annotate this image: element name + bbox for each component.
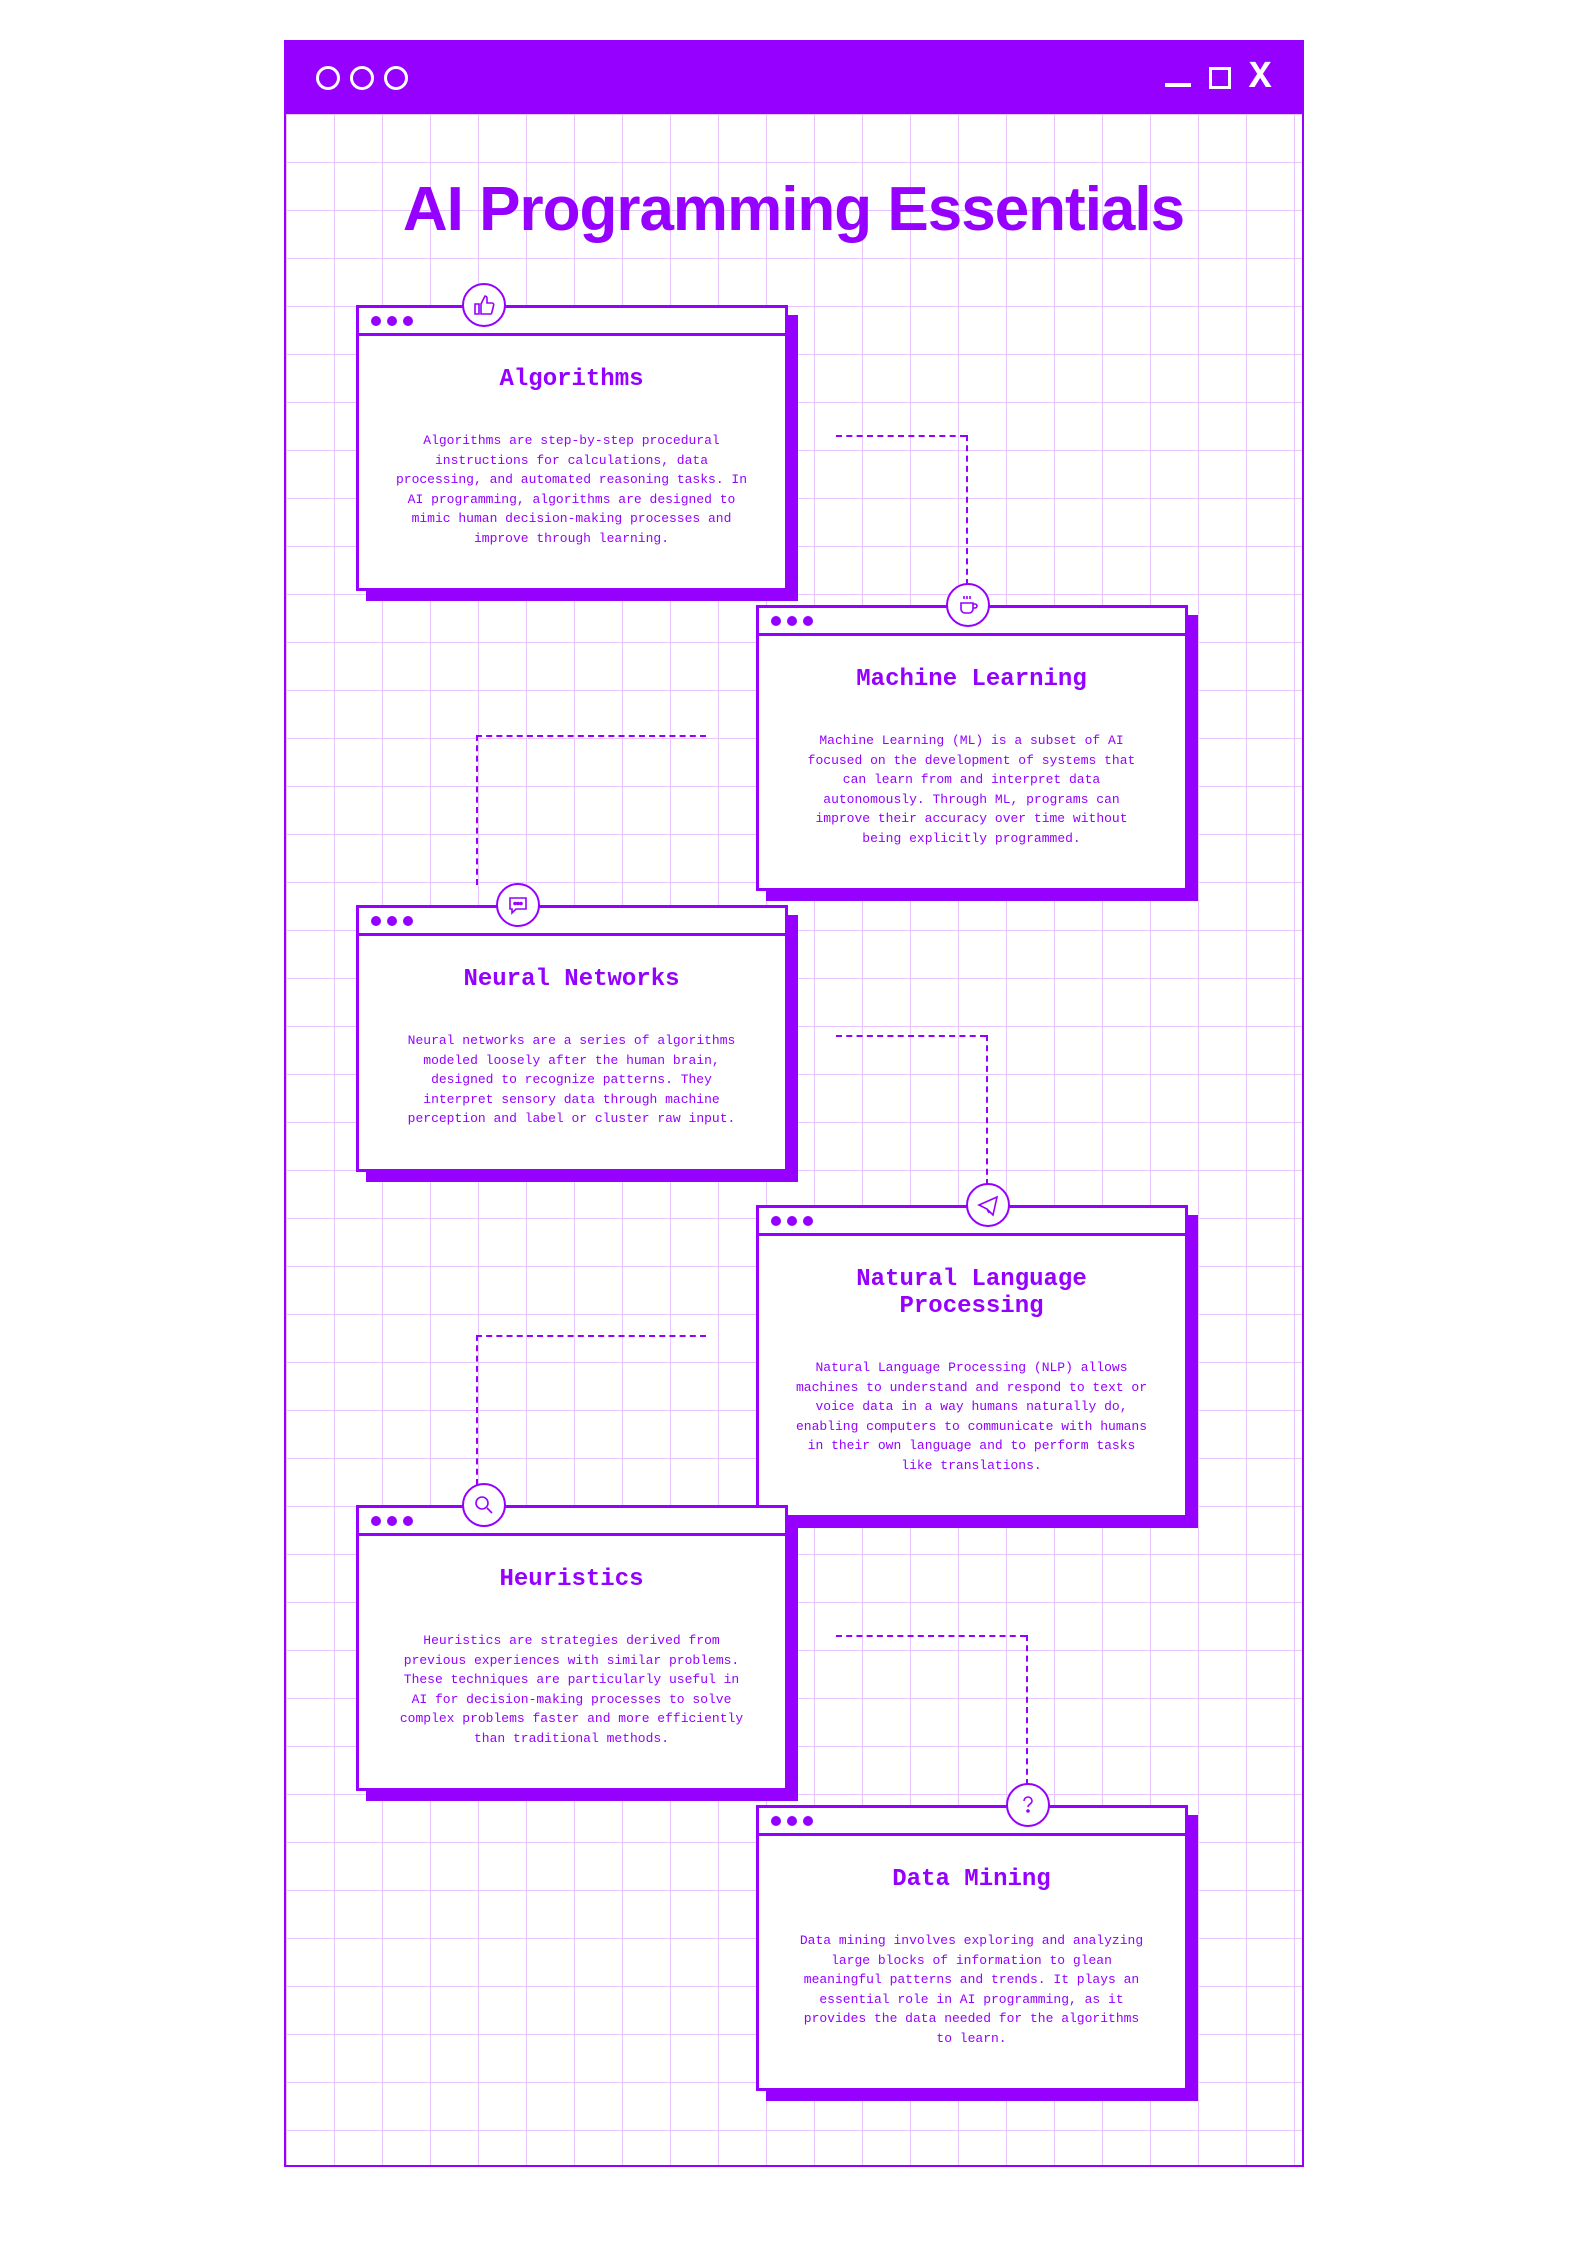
- card-title: Algorithms: [393, 366, 751, 393]
- maximize-icon[interactable]: [1209, 67, 1231, 89]
- connector-line: [836, 1635, 1026, 1637]
- card-text: Neural networks are a series of algorith…: [393, 1031, 751, 1129]
- coffee-icon: [946, 583, 990, 627]
- card-title: Neural Networks: [393, 966, 751, 993]
- card-header: [359, 1508, 785, 1536]
- card-title: Natural Language Processing: [793, 1266, 1151, 1320]
- connector-line: [1026, 1635, 1028, 1785]
- card-heuristics: Heuristics Heuristics are strategies der…: [356, 1505, 788, 1791]
- card-data-mining: Data Mining Data mining involves explori…: [756, 1805, 1188, 2091]
- connector-line: [476, 735, 706, 737]
- window-frame: X AI Programming Essentials: [284, 40, 1304, 2167]
- card-text: Natural Language Processing (NLP) allows…: [793, 1358, 1151, 1475]
- connector-line: [476, 1335, 706, 1337]
- connector-line: [476, 735, 478, 885]
- cards-canvas: Algorithms Algorithms are step-by-step p…: [326, 305, 1262, 2085]
- card-title: Machine Learning: [793, 666, 1151, 693]
- connector-line: [476, 1335, 478, 1485]
- titlebar-dot-icon: [384, 66, 408, 90]
- chat-icon: [496, 883, 540, 927]
- close-icon[interactable]: X: [1249, 59, 1272, 97]
- card-neural-networks: Neural Networks Neural networks are a se…: [356, 905, 788, 1172]
- card-text: Algorithms are step-by-step procedural i…: [393, 431, 751, 548]
- question-icon: [1006, 1783, 1050, 1827]
- connector-line: [836, 1035, 986, 1037]
- card-text: Heuristics are strategies derived from p…: [393, 1631, 751, 1748]
- window-controls: X: [1165, 59, 1272, 97]
- minimize-icon[interactable]: [1165, 83, 1191, 87]
- card-text: Machine Learning (ML) is a subset of AI …: [793, 731, 1151, 848]
- card-nlp: Natural Language Processing Natural Lang…: [756, 1205, 1188, 1518]
- magnifier-icon: [462, 1483, 506, 1527]
- card-title: Data Mining: [793, 1866, 1151, 1893]
- card-header: [759, 1808, 1185, 1836]
- titlebar-dots: [316, 66, 408, 90]
- connector-line: [986, 1035, 988, 1185]
- card-header: [359, 908, 785, 936]
- page-title: AI Programming Essentials: [326, 174, 1262, 245]
- content-area: AI Programming Essentials Algo: [286, 114, 1302, 2165]
- card-machine-learning: Machine Learning Machine Learning (ML) i…: [756, 605, 1188, 891]
- paper-plane-icon: [966, 1183, 1010, 1227]
- titlebar-dot-icon: [350, 66, 374, 90]
- titlebar-dot-icon: [316, 66, 340, 90]
- titlebar: X: [286, 42, 1302, 114]
- thumbs-up-icon: [462, 283, 506, 327]
- card-header: [359, 308, 785, 336]
- card-text: Data mining involves exploring and analy…: [793, 1931, 1151, 2048]
- connector-line: [966, 435, 968, 585]
- card-title: Heuristics: [393, 1566, 751, 1593]
- connector-line: [836, 435, 966, 437]
- card-algorithms: Algorithms Algorithms are step-by-step p…: [356, 305, 788, 591]
